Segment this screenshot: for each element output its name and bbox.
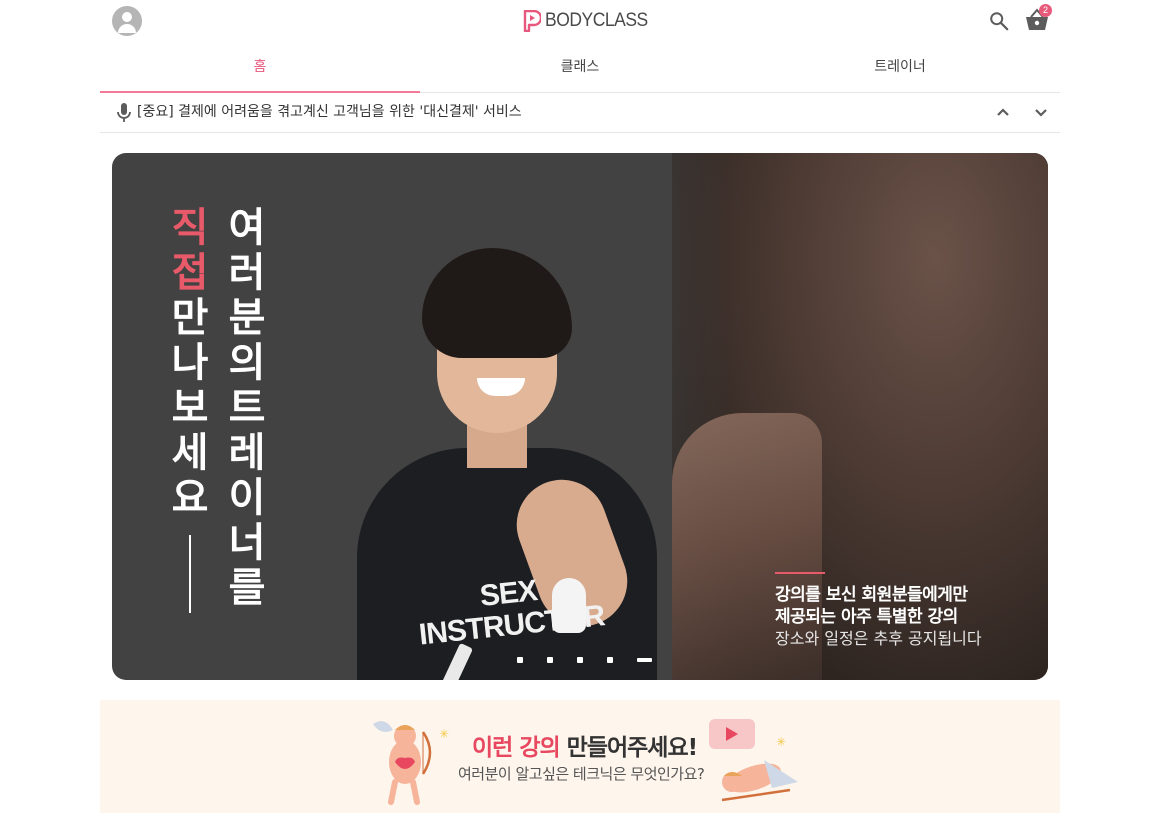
request-banner-description: 여러분이 알고싶은 테크닉은 무엇인가요?	[458, 765, 705, 783]
notice-bar: [중요] 결제에 어려움을 겪고계신 고객님을 위한 '대신결제' 서비스	[100, 93, 1060, 133]
slider-dot[interactable]	[607, 657, 613, 663]
promo-line-2: 제공되는 아주 특별한 강의	[775, 607, 958, 627]
headline-right-column: 여 러 분 의 트 레 이 너 를	[228, 204, 266, 611]
user-avatar-icon[interactable]	[112, 6, 142, 36]
promo-caption: 강의를 보신 회원분들에게만 제공되는 아주 특별한 강의 장소와 일정은 추후…	[775, 572, 1035, 650]
tab-classes[interactable]: 클래스	[420, 48, 740, 92]
trainer-photo: SEX INSTRUCTOR	[327, 248, 657, 680]
promo-line-1: 강의를 보신 회원분들에게만	[775, 585, 968, 605]
top-header: BODYCLASS 2	[100, 0, 1060, 42]
tab-trainers[interactable]: 트레이너	[740, 48, 1060, 92]
slider-pagination	[517, 657, 652, 663]
main-tabs: 홈 클래스 트레이너	[100, 48, 1060, 93]
logo-text: BODYCLASS	[545, 10, 648, 31]
cupid-video-icon: ✳	[709, 719, 798, 802]
tab-home[interactable]: 홈	[100, 48, 420, 93]
chevron-down-icon[interactable]	[1031, 102, 1051, 122]
request-class-banner[interactable]: ✳ 이런 강의 만들어주세요! 여러분이 알고싶은 테크닉은 무엇인가요? ✳	[100, 700, 1060, 813]
page: BODYCLASS 2 홈 클래스 트레이너 [중요] 결제에 어려움을 겪고계…	[100, 0, 1060, 825]
svg-text:✳: ✳	[776, 735, 786, 749]
svg-text:✳: ✳	[439, 727, 449, 741]
notice-text[interactable]: [중요] 결제에 어려움을 겪고계신 고객님을 위한 '대신결제' 서비스	[137, 93, 522, 131]
request-banner-title: 이런 강의 만들어주세요!	[472, 735, 698, 761]
microphone-icon	[117, 103, 131, 122]
headline-left-column: 직 접 만 나 보 세 요	[171, 204, 209, 521]
slider-dot-active[interactable]	[637, 658, 652, 662]
promo-line-3: 장소와 일정은 추후 공지됩니다	[775, 629, 982, 648]
hero-banner[interactable]: SEX INSTRUCTOR 직 접 만 나 보 세 요 여 러 분 의 트 레…	[112, 153, 1048, 680]
slider-dot[interactable]	[577, 657, 583, 663]
chevron-up-icon[interactable]	[993, 102, 1013, 122]
logo-mark-icon	[523, 10, 541, 32]
headline-divider	[189, 535, 191, 613]
slider-dot[interactable]	[547, 657, 553, 663]
shirt-mascot	[552, 578, 586, 633]
brand-logo[interactable]: BODYCLASS	[523, 9, 657, 33]
cupid-archer-icon: ✳	[373, 721, 449, 805]
search-icon[interactable]	[988, 10, 1010, 32]
cart-count-badge: 2	[1039, 4, 1052, 17]
slider-dot[interactable]	[517, 657, 523, 663]
